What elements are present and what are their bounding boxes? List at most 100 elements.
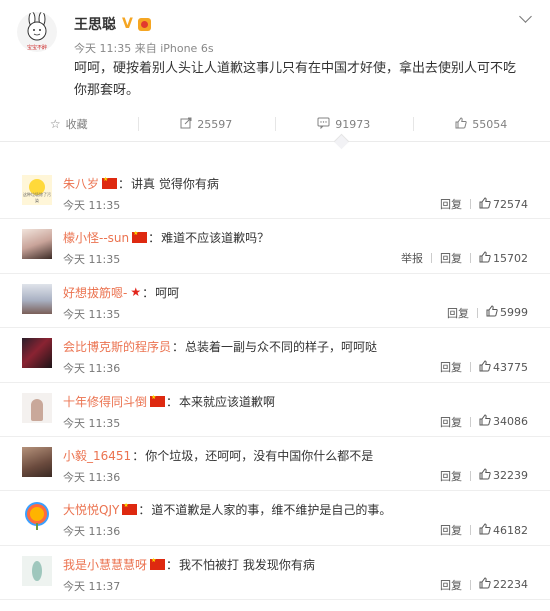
commenter-name[interactable]: 朱八岁 [63, 175, 99, 192]
comment-item: 檬小怪--sun ： 难道不应该道歉吗？ 今天 11:35 举报 回复 1570… [0, 219, 550, 274]
china-flag-icon [150, 394, 166, 407]
comment-icon [317, 117, 330, 132]
like-icon[interactable] [479, 414, 491, 429]
commenter-avatar[interactable] [22, 446, 52, 477]
comment-actions: 回复 22234 [440, 577, 528, 593]
star-badge-icon: ★ [130, 285, 142, 300]
like-icon[interactable] [479, 196, 491, 212]
comment-text: 难道不应该道歉吗？ [161, 231, 270, 246]
comment-actions: 回复 34086 [440, 414, 528, 430]
like-count: 55054 [472, 117, 508, 131]
author-name[interactable]: 王思聪 [74, 14, 116, 34]
comment-item: 会比博克斯的程序员 ： 总装着一副与众不同的样子，呵呵哒 今天 11:36 回复… [0, 328, 550, 383]
comment-like-count: 5999 [500, 306, 528, 320]
colon-separator: ： [118, 177, 131, 191]
like-icon[interactable] [479, 523, 491, 538]
pipe-divider [477, 307, 478, 318]
comment-actions: 回复 5999 [447, 305, 528, 321]
like-icon[interactable] [479, 360, 491, 375]
post-meta: 今天 11:35 来自 iPhone 6s [74, 42, 214, 55]
comment-item: 大悦悦QJY ： 道不道歉是人家的事，维不维护是自己的事。 今天 11:36 回… [0, 491, 550, 546]
reply-button[interactable]: 回复 [440, 468, 462, 484]
colon-separator: ： [138, 503, 151, 518]
china-flag-icon [150, 557, 166, 570]
figure-icon [31, 398, 43, 421]
verified-badge-icon: V [122, 16, 133, 32]
reply-button[interactable]: 回复 [440, 196, 462, 212]
avatar-text: 这种垃圾除了污染 [23, 192, 51, 203]
comment-like-count: 32239 [493, 469, 528, 483]
comment-line: 我是小慧慧慧呀 ： 我不怕被打 我发现你有病 [63, 556, 315, 573]
pipe-divider [470, 253, 471, 264]
like-icon [455, 116, 467, 132]
comment-time: 今天 11:35 [63, 307, 121, 321]
commenter-avatar[interactable] [22, 555, 52, 586]
like-button[interactable]: 55054 [412, 116, 550, 132]
commenter-avatar[interactable] [22, 283, 52, 314]
comment-time: 今天 11:35 [63, 199, 121, 212]
commenter-avatar[interactable] [22, 229, 52, 260]
author-name-row: 王思聪 V [74, 14, 151, 34]
commenter-avatar[interactable] [22, 392, 52, 423]
like-icon[interactable] [479, 251, 491, 266]
comment-time: 今天 11:35 [63, 416, 121, 430]
comment-item: 十年修得同斗倒 ： 本来就应该道歉啊 今天 11:35 回复 34086 [0, 383, 550, 437]
comment-text: 本来就应该道歉啊 [179, 394, 276, 409]
colon-separator: ： [166, 557, 179, 572]
comment-actions: 举报 回复 15702 [401, 250, 528, 266]
report-button[interactable]: 举报 [401, 250, 423, 266]
comment-item: 小毅_16451 ： 你个垃圾，还呵呵，没有中国你什么都不是 今天 11:36 … [0, 437, 550, 492]
comment-line: 朱八岁 ： 讲真 觉得你有病 [63, 175, 219, 192]
reply-button[interactable]: 回复 [447, 305, 469, 321]
comment-line: 会比博克斯的程序员 ： 总装着一副与众不同的样子，呵呵哒 [63, 338, 377, 355]
comment-text: 讲真 觉得你有病 [131, 177, 219, 191]
china-flag-icon [122, 502, 138, 516]
commenter-name[interactable]: 十年修得同斗倒 [63, 393, 147, 410]
commenter-name[interactable]: 好想拔筋嗯- [63, 284, 127, 301]
comment-text: 我不怕被打 我发现你有病 [179, 557, 315, 572]
comment-line: 大悦悦QJY ： 道不道歉是人家的事，维不维护是自己的事。 [63, 501, 391, 518]
comment-like-count: 22234 [493, 578, 528, 592]
comment-actions: 回复 46182 [440, 522, 528, 538]
comment-line: 小毅_16451 ： 你个垃圾，还呵呵，没有中国你什么都不是 [63, 447, 373, 464]
like-icon[interactable] [486, 305, 498, 320]
commenter-name[interactable]: 大悦悦QJY [63, 501, 119, 518]
commenter-name[interactable]: 檬小怪--sun [63, 229, 129, 246]
reply-button[interactable]: 回复 [440, 414, 462, 430]
comment-text: 你个垃圾，还呵呵，没有中国你什么都不是 [145, 448, 374, 463]
comment-text: 呵呵 [155, 285, 180, 300]
colon-separator: ： [132, 448, 145, 463]
comment-item: 这种垃圾除了污染 朱八岁 ： 讲真 觉得你有病 今天 11:35 回复 7257… [0, 165, 550, 220]
chevron-down-icon[interactable] [519, 10, 532, 23]
commenter-avatar[interactable] [22, 501, 52, 532]
like-icon[interactable] [479, 577, 491, 592]
reply-button[interactable]: 回复 [440, 250, 462, 266]
repost-count: 25597 [197, 117, 233, 131]
commenter-name[interactable]: 小毅_16451 [63, 447, 131, 464]
comment-time: 今天 11:36 [63, 525, 121, 539]
comment-like-count: 46182 [493, 523, 528, 537]
colon-separator: ： [148, 231, 161, 246]
comment-line: 檬小怪--sun ： 难道不应该道歉吗？ [63, 229, 269, 246]
colon-separator: ： [166, 394, 179, 409]
post-text: 呵呵，硬按着别人头让人道歉这事儿只有在中国才好使，拿出去使别人可不吃你那套呀。 [74, 61, 517, 98]
flower-icon [30, 507, 44, 522]
commenter-name[interactable]: 我是小慧慧慧呀 [63, 556, 147, 573]
star-icon: ☆ [49, 117, 61, 131]
china-flag-icon [132, 230, 148, 244]
like-icon[interactable] [479, 468, 491, 483]
commenter-name[interactable]: 会比博克斯的程序员 [63, 338, 171, 355]
reply-button[interactable]: 回复 [440, 522, 462, 538]
commenter-avatar[interactable] [22, 338, 52, 369]
comment-button[interactable]: 91973 [275, 116, 413, 132]
comment-like-count: 43775 [493, 360, 528, 374]
reply-button[interactable]: 回复 [440, 359, 462, 375]
comment-like-count: 15702 [493, 251, 528, 265]
repost-button[interactable]: 25597 [137, 116, 276, 132]
commenter-avatar[interactable]: 这种垃圾除了污染 [22, 175, 52, 205]
reply-button[interactable]: 回复 [440, 577, 462, 593]
author-avatar[interactable]: 宝宝不醉 [17, 12, 57, 52]
pipe-divider [470, 470, 471, 481]
favorite-button[interactable]: ☆ 收藏 [0, 116, 138, 132]
comment-time: 今天 11:35 [63, 253, 121, 267]
